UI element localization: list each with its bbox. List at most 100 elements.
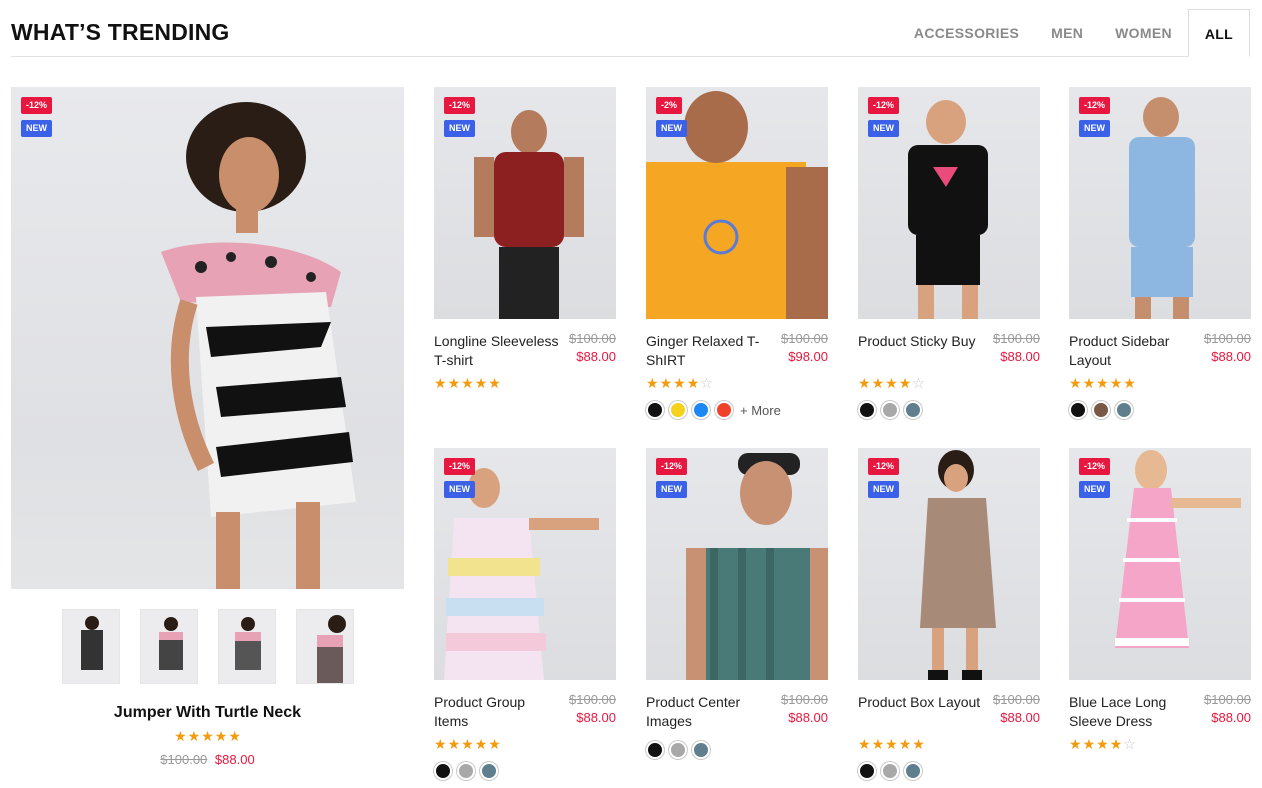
star-filled-icon: ★ bbox=[673, 375, 686, 391]
new-badge: NEW bbox=[868, 481, 899, 498]
color-swatch[interactable] bbox=[646, 741, 664, 759]
product-name[interactable]: Product Group Items bbox=[434, 693, 562, 731]
product-name[interactable]: Longline Sleeveless T-shirt bbox=[434, 332, 562, 370]
color-swatch[interactable] bbox=[715, 401, 733, 419]
old-price: $100.00 bbox=[569, 692, 616, 707]
color-swatch[interactable] bbox=[669, 741, 687, 759]
featured-product-image[interactable]: -12% NEW bbox=[11, 87, 404, 589]
star-filled-icon: ★ bbox=[488, 736, 501, 752]
tab-all[interactable]: ALL bbox=[1187, 9, 1250, 57]
product-card[interactable]: -12% NEW Product Box Layout $100.00 $88.00 ★ ★… bbox=[858, 448, 1040, 780]
thumbnail-1[interactable] bbox=[61, 609, 120, 684]
color-swatches bbox=[434, 762, 616, 780]
product-name[interactable]: Product Sidebar Layout bbox=[1069, 332, 1197, 370]
discount-badge: -12% bbox=[1079, 97, 1111, 114]
color-swatch[interactable] bbox=[692, 741, 710, 759]
product-image[interactable]: -12% NEW bbox=[858, 87, 1040, 319]
product-card[interactable]: -12% NEW Longline Sleeveless T-shirt $100.0… bbox=[434, 87, 616, 393]
rating-stars: ★ ★ ★ ★ ☆ bbox=[646, 376, 713, 390]
color-swatch[interactable] bbox=[434, 762, 452, 780]
color-swatch[interactable] bbox=[881, 762, 899, 780]
star-filled-icon: ★ bbox=[885, 375, 898, 391]
color-swatches bbox=[858, 401, 1040, 419]
sale-price: $88.00 bbox=[576, 349, 616, 364]
product-name[interactable]: Blue Lace Long Sleeve Dress bbox=[1069, 693, 1197, 731]
featured-price: $100.00 $88.00 bbox=[11, 752, 404, 767]
star-filled-icon: ★ bbox=[885, 736, 898, 752]
new-badge: NEW bbox=[656, 120, 687, 137]
product-price: $100.00 $88.00 bbox=[569, 693, 616, 729]
star-filled-icon: ★ bbox=[858, 375, 871, 391]
featured-product-name[interactable]: Jumper With Turtle Neck bbox=[11, 704, 404, 722]
discount-badge: -12% bbox=[656, 458, 688, 475]
product-card[interactable]: -12% NEW Product Sidebar Layout $100.00 $88.… bbox=[1069, 87, 1251, 419]
product-card[interactable]: -12% NEW Product Center Images $100.00 $88.0… bbox=[646, 448, 828, 759]
rating-stars: ★ ★ ★ ★ ★ bbox=[174, 729, 241, 743]
star-filled-icon: ★ bbox=[488, 375, 501, 391]
sale-price: $88.00 bbox=[1211, 349, 1251, 364]
featured-product: -12% NEW Jumper With Turtle Neck ★ ★ ★ ★ ★ $… bbox=[11, 87, 404, 767]
star-filled-icon: ★ bbox=[858, 736, 871, 752]
color-swatch[interactable] bbox=[646, 401, 664, 419]
section-title: WHAT’S TRENDING bbox=[11, 19, 230, 45]
color-swatch[interactable] bbox=[669, 401, 687, 419]
star-filled-icon: ★ bbox=[228, 728, 241, 744]
tab-women[interactable]: WOMEN bbox=[1099, 9, 1188, 57]
product-image[interactable]: -2% NEW bbox=[646, 87, 828, 319]
star-filled-icon: ★ bbox=[1082, 736, 1096, 752]
old-price: $100.00 bbox=[569, 331, 616, 346]
star-filled-icon: ★ bbox=[474, 736, 488, 752]
color-swatch[interactable] bbox=[457, 762, 475, 780]
new-badge: NEW bbox=[21, 120, 52, 137]
product-card[interactable]: -12% NEW Product Group Items $100.00 $88.00 ★… bbox=[434, 448, 616, 780]
product-name[interactable]: Product Sticky Buy bbox=[858, 332, 986, 351]
more-colors-link[interactable]: + More bbox=[740, 403, 781, 418]
color-swatch[interactable] bbox=[858, 401, 876, 419]
product-price: $100.00 $88.00 bbox=[1204, 693, 1251, 729]
product-card[interactable]: -2% NEW Ginger Relaxed T-ShIRT $100.00 $98.0… bbox=[646, 87, 828, 419]
product-image[interactable]: -12% NEW bbox=[1069, 448, 1251, 680]
discount-badge: -12% bbox=[1079, 458, 1111, 475]
color-swatch[interactable] bbox=[1092, 401, 1110, 419]
thumbnail-3[interactable] bbox=[217, 609, 276, 684]
product-image[interactable]: -12% NEW bbox=[1069, 87, 1251, 319]
rating-stars: ★ ★ ★ ★ ★ bbox=[858, 737, 925, 751]
thumbnail-4[interactable] bbox=[295, 609, 354, 684]
product-image[interactable]: -12% NEW bbox=[434, 448, 616, 680]
star-filled-icon: ★ bbox=[1069, 736, 1082, 752]
color-swatch[interactable] bbox=[1069, 401, 1087, 419]
color-swatch[interactable] bbox=[858, 762, 876, 780]
tab-men[interactable]: MEN bbox=[1035, 9, 1099, 57]
product-price: $100.00 $88.00 bbox=[781, 693, 828, 729]
product-name[interactable]: Product Box Layout bbox=[858, 693, 986, 712]
color-swatch[interactable] bbox=[904, 401, 922, 419]
product-price: $100.00 $88.00 bbox=[1204, 332, 1251, 368]
product-card[interactable]: -12% NEW Blue Lace Long Sleeve Dress $100.0… bbox=[1069, 448, 1251, 754]
product-name[interactable]: Ginger Relaxed T-ShIRT bbox=[646, 332, 774, 370]
star-filled-icon: ★ bbox=[912, 736, 925, 752]
color-swatch[interactable] bbox=[1115, 401, 1133, 419]
product-name[interactable]: Product Center Images bbox=[646, 693, 774, 731]
product-card[interactable]: -12% NEW Product Sticky Buy $100.00 $88.00 ★ ★… bbox=[858, 87, 1040, 419]
product-image[interactable]: -12% NEW bbox=[434, 87, 616, 319]
tab-accessories[interactable]: ACCESSORIES bbox=[898, 9, 1035, 57]
thumbnail-2[interactable] bbox=[139, 609, 198, 684]
discount-badge: -2% bbox=[656, 97, 683, 114]
old-price: $100.00 bbox=[993, 692, 1040, 707]
product-image[interactable]: -12% NEW bbox=[646, 448, 828, 680]
star-empty-icon: ☆ bbox=[912, 375, 925, 391]
color-swatch[interactable] bbox=[904, 762, 922, 780]
product-price: $100.00 $88.00 bbox=[993, 693, 1040, 729]
star-filled-icon: ★ bbox=[1123, 375, 1136, 391]
sale-price: $88.00 bbox=[1000, 710, 1040, 725]
new-badge: NEW bbox=[444, 481, 475, 498]
star-filled-icon: ★ bbox=[686, 375, 700, 391]
star-empty-icon: ☆ bbox=[1123, 736, 1136, 752]
color-swatch[interactable] bbox=[692, 401, 710, 419]
color-swatch[interactable] bbox=[480, 762, 498, 780]
color-swatch[interactable] bbox=[881, 401, 899, 419]
star-filled-icon: ★ bbox=[1109, 375, 1123, 391]
product-image[interactable]: -12% NEW bbox=[858, 448, 1040, 680]
star-filled-icon: ★ bbox=[174, 728, 187, 744]
star-filled-icon: ★ bbox=[871, 736, 885, 752]
